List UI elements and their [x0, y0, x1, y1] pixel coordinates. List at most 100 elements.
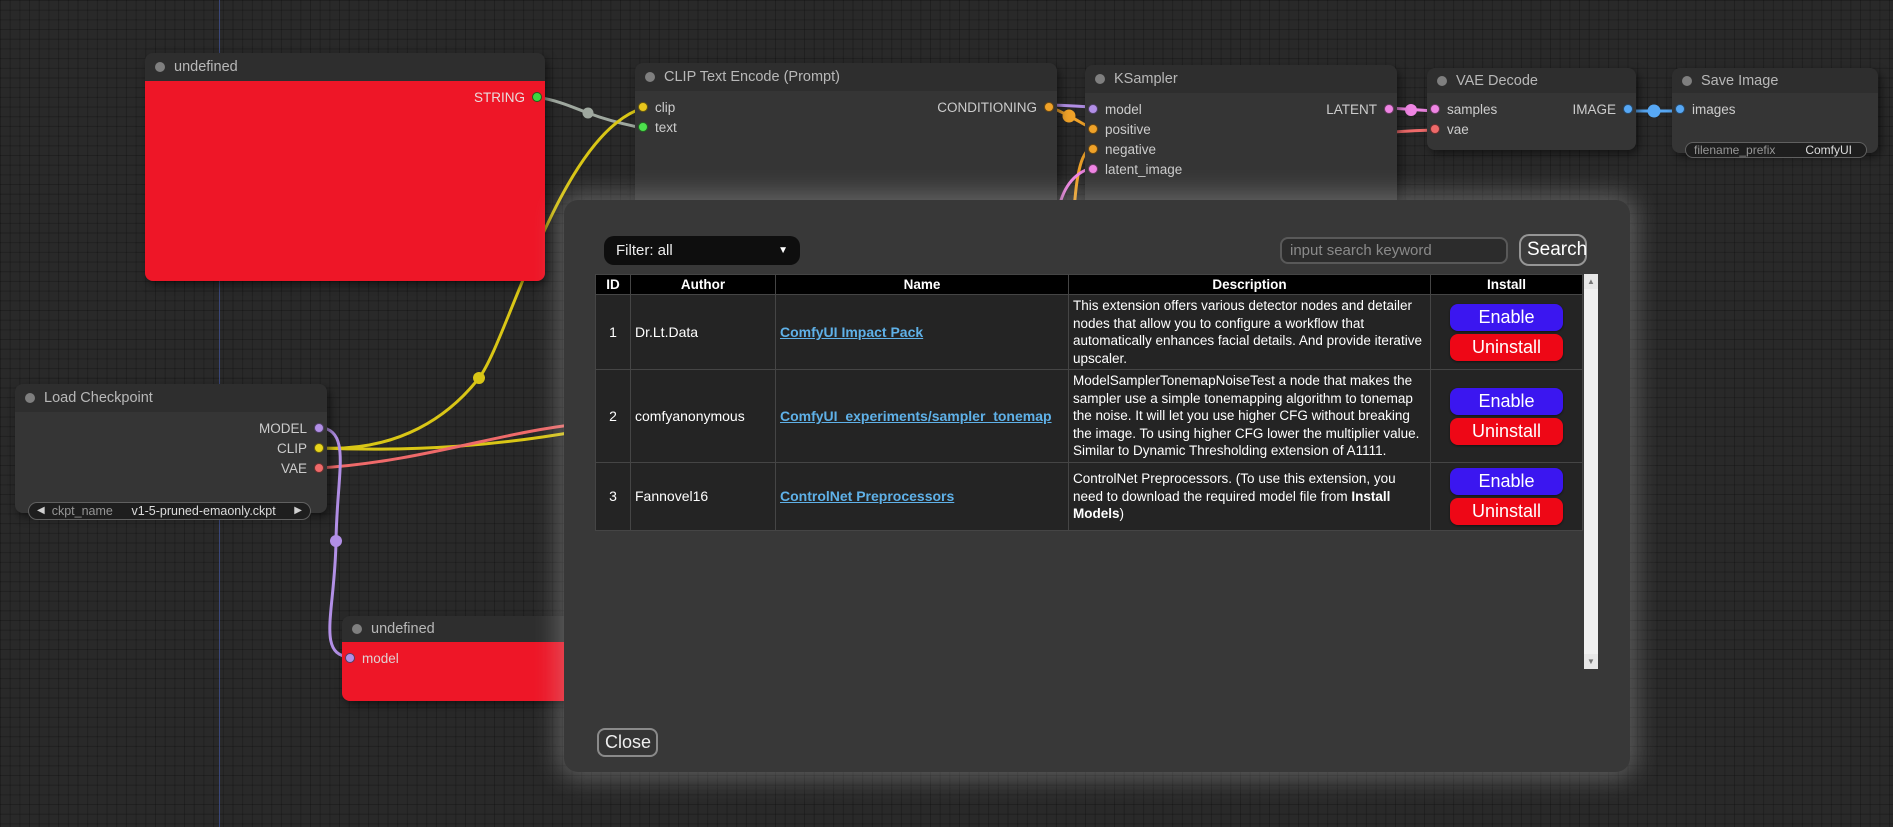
- node-undefined-top[interactable]: undefined STRING: [145, 53, 545, 281]
- node-title: Load Checkpoint: [44, 390, 153, 406]
- input-port-clip[interactable]: [638, 102, 648, 112]
- node-titlebar: KSampler: [1085, 65, 1397, 93]
- output-port-conditioning[interactable]: [1044, 102, 1054, 112]
- ckpt-prev-arrow[interactable]: ◀: [37, 506, 45, 516]
- output-port-string[interactable]: [532, 92, 542, 102]
- widget-value: v1-5-pruned-emaonly.ckpt: [120, 504, 287, 518]
- input-port-positive[interactable]: [1088, 124, 1098, 134]
- enable-button[interactable]: Enable: [1450, 388, 1563, 415]
- ckpt-name-widget[interactable]: ◀ ckpt_name v1-5-pruned-emaonly.ckpt ▶: [28, 502, 311, 520]
- widget-label: ckpt_name: [52, 504, 113, 518]
- node-collapse-dot[interactable]: [352, 624, 362, 634]
- node-titlebar: undefined: [145, 53, 545, 81]
- widget-label: filename_prefix: [1694, 143, 1775, 157]
- cell-id: 3: [596, 462, 631, 530]
- input-label: negative: [1105, 142, 1156, 157]
- node-title: CLIP Text Encode (Prompt): [664, 69, 840, 85]
- node-save-image[interactable]: Save Image images filename_prefix ComfyU…: [1672, 68, 1878, 153]
- cell-id: 1: [596, 295, 631, 370]
- node-body: samples IMAGE vae: [1427, 93, 1636, 150]
- output-port-vae[interactable]: [314, 463, 324, 473]
- input-label: samples: [1447, 102, 1497, 117]
- table-row: 1 Dr.Lt.Data ComfyUI Impact Pack This ex…: [596, 295, 1583, 370]
- input-port-model[interactable]: [1088, 104, 1098, 114]
- column-header-author: Author: [631, 275, 776, 295]
- extension-link[interactable]: ControlNet Preprocessors: [780, 488, 954, 504]
- cell-description: ModelSamplerTonemapNoiseTest a node that…: [1069, 370, 1431, 463]
- input-label: model: [362, 651, 399, 666]
- link-dot-purple: [330, 535, 342, 547]
- extension-link[interactable]: ComfyUI Impact Pack: [780, 324, 923, 340]
- input-port-latent-image[interactable]: [1088, 164, 1098, 174]
- uninstall-button[interactable]: Uninstall: [1450, 334, 1563, 361]
- node-undefined-bottom[interactable]: undefined model: [342, 616, 592, 701]
- input-port-vae[interactable]: [1430, 124, 1440, 134]
- node-title: undefined: [371, 621, 435, 637]
- output-label: MODEL: [259, 421, 307, 436]
- input-label: positive: [1105, 122, 1151, 137]
- node-collapse-dot[interactable]: [25, 393, 35, 403]
- extensions-table: ID Author Name Description Install 1 Dr.…: [595, 274, 1583, 531]
- input-label: vae: [1447, 122, 1469, 137]
- link-dot-gray: [583, 108, 594, 119]
- output-port-image[interactable]: [1623, 104, 1633, 114]
- output-port-latent[interactable]: [1384, 104, 1394, 114]
- output-label: STRING: [474, 90, 525, 105]
- extension-link[interactable]: ComfyUI_experiments/sampler_tonemap: [780, 408, 1052, 424]
- node-collapse-dot[interactable]: [1095, 74, 1105, 84]
- filename-prefix-widget[interactable]: filename_prefix ComfyUI: [1685, 142, 1867, 158]
- cell-id: 2: [596, 370, 631, 463]
- input-port-negative[interactable]: [1088, 144, 1098, 154]
- node-collapse-dot[interactable]: [155, 62, 165, 72]
- input-port-images[interactable]: [1675, 104, 1685, 114]
- ckpt-next-arrow[interactable]: ▶: [294, 506, 302, 516]
- input-port-samples[interactable]: [1430, 104, 1440, 114]
- column-header-description: Description: [1069, 275, 1431, 295]
- output-label: CONDITIONING: [937, 100, 1037, 115]
- filter-select[interactable]: Filter: all ▼: [604, 236, 800, 265]
- search-button[interactable]: Search: [1519, 234, 1587, 266]
- uninstall-button[interactable]: Uninstall: [1450, 498, 1563, 525]
- node-load-checkpoint[interactable]: Load Checkpoint MODEL CLIP VAE ◀ ckpt_na…: [15, 384, 327, 513]
- node-collapse-dot[interactable]: [1682, 76, 1692, 86]
- widget-value: ComfyUI: [1782, 143, 1858, 157]
- cell-author: Fannovel16: [631, 462, 776, 530]
- enable-button[interactable]: Enable: [1450, 468, 1563, 495]
- scroll-up-arrow-icon[interactable]: ▲: [1584, 274, 1598, 289]
- node-body: images filename_prefix ComfyUI: [1672, 93, 1878, 153]
- close-button[interactable]: Close: [597, 728, 658, 757]
- output-label: IMAGE: [1572, 102, 1616, 117]
- node-title: undefined: [174, 59, 238, 75]
- link-dot-orange: [1063, 110, 1076, 123]
- node-vae-decode[interactable]: VAE Decode samples IMAGE vae: [1427, 68, 1636, 150]
- cell-author: Dr.Lt.Data: [631, 295, 776, 370]
- uninstall-button[interactable]: Uninstall: [1450, 418, 1563, 445]
- search-input[interactable]: [1280, 237, 1508, 264]
- input-port-model[interactable]: [345, 653, 355, 663]
- node-body: STRING: [145, 81, 545, 281]
- table-row: 3 Fannovel16 ControlNet Preprocessors Co…: [596, 462, 1583, 530]
- cell-author: comfyanonymous: [631, 370, 776, 463]
- custom-nodes-manager-dialog: Filter: all ▼ Search ID Author Name Desc…: [564, 200, 1630, 772]
- vertical-scrollbar[interactable]: ▲ ▼: [1584, 274, 1598, 669]
- input-label: text: [655, 120, 677, 135]
- table-row: 2 comfyanonymous ComfyUI_experiments/sam…: [596, 370, 1583, 463]
- column-header-id: ID: [596, 275, 631, 295]
- node-collapse-dot[interactable]: [1437, 76, 1447, 86]
- output-port-clip[interactable]: [314, 443, 324, 453]
- node-body: MODEL CLIP VAE ◀ ckpt_name v1-5-pruned-e…: [15, 412, 327, 513]
- cell-description: ControlNet Preprocessors. (To use this e…: [1069, 462, 1431, 530]
- enable-button[interactable]: Enable: [1450, 304, 1563, 331]
- node-title: Save Image: [1701, 73, 1778, 89]
- scroll-down-arrow-icon[interactable]: ▼: [1584, 654, 1598, 669]
- node-collapse-dot[interactable]: [645, 72, 655, 82]
- node-titlebar: VAE Decode: [1427, 68, 1636, 93]
- input-label: images: [1692, 102, 1736, 117]
- input-label: latent_image: [1105, 162, 1182, 177]
- extensions-table-wrap: ID Author Name Description Install 1 Dr.…: [595, 274, 1598, 669]
- output-label: CLIP: [277, 441, 307, 456]
- input-port-text[interactable]: [638, 122, 648, 132]
- output-port-model[interactable]: [314, 423, 324, 433]
- node-titlebar: undefined: [342, 616, 592, 642]
- filter-selected-value: Filter: all: [616, 242, 673, 259]
